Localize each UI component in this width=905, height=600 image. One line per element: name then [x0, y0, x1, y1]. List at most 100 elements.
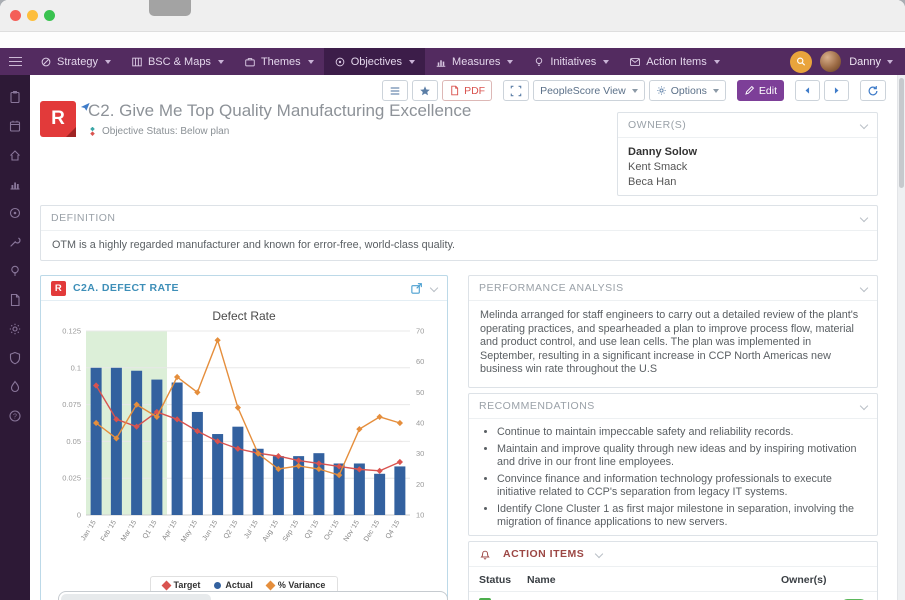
- menu-toggle-button[interactable]: [0, 48, 30, 75]
- sidebar-item-clipboard[interactable]: [0, 88, 30, 105]
- bar-chart-icon: [436, 59, 446, 67]
- collapse-chevron-icon[interactable]: [859, 213, 869, 223]
- scrollbar-thumb[interactable]: [899, 78, 904, 188]
- sidebar-item-security[interactable]: [0, 349, 30, 366]
- file-icon: [10, 293, 20, 306]
- recommendation-item: Convince finance and information technol…: [497, 473, 867, 500]
- svg-text:Sep '15: Sep '15: [282, 519, 300, 543]
- collapse-chevron-icon[interactable]: [429, 283, 439, 293]
- sidebar-item-home[interactable]: [0, 146, 30, 163]
- arrow-left-icon: [805, 87, 810, 94]
- legend-label: Target: [173, 580, 201, 590]
- nav-item-themes[interactable]: Themes: [234, 48, 324, 75]
- avatar[interactable]: [820, 51, 842, 72]
- window-close-button[interactable]: [10, 10, 21, 21]
- sidebar-item-documents[interactable]: [0, 291, 30, 308]
- pencil-icon: [745, 85, 755, 95]
- calendar-icon: [9, 120, 21, 132]
- star-button[interactable]: [412, 80, 439, 101]
- column-name: Name: [527, 574, 556, 586]
- pdf-button[interactable]: PDF: [442, 80, 493, 101]
- refresh-button[interactable]: [860, 80, 886, 101]
- user-menu[interactable]: Danny: [849, 56, 893, 68]
- sidebar-item-calendar[interactable]: [0, 117, 30, 134]
- svg-text:Apr '15: Apr '15: [161, 519, 179, 541]
- collapse-chevron-icon[interactable]: [859, 283, 869, 293]
- sidebar-item-charts[interactable]: [0, 175, 30, 192]
- action-items-header: ACTION ITEMS: [469, 542, 877, 567]
- columns-icon: [132, 57, 142, 66]
- frame-view-button[interactable]: [503, 80, 530, 101]
- list-view-button[interactable]: [382, 80, 409, 101]
- sidebar-item-hot[interactable]: [0, 378, 30, 395]
- collapse-chevron-icon[interactable]: [595, 549, 604, 559]
- chart-scrollbar[interactable]: [58, 591, 448, 600]
- svg-text:20: 20: [416, 480, 424, 489]
- refresh-icon: [868, 85, 878, 95]
- legend-item[interactable]: Actual: [214, 580, 253, 590]
- star-icon: [420, 85, 430, 95]
- chart-title: Defect Rate: [212, 309, 276, 323]
- nav-right: Danny: [790, 48, 905, 75]
- nav-item-initiatives[interactable]: Initiatives: [523, 48, 619, 75]
- nav-item-action-items[interactable]: Action Items: [619, 48, 730, 75]
- nav-item-label: Initiatives: [550, 55, 597, 68]
- prev-button[interactable]: [795, 80, 820, 101]
- status-diamond-icon: [90, 127, 95, 136]
- bell-icon: [480, 550, 490, 560]
- nav-item-label: BSC & Maps: [147, 55, 211, 68]
- svg-text:0.05: 0.05: [66, 437, 81, 446]
- legend-item[interactable]: % Variance: [265, 580, 325, 590]
- svg-text:10: 10: [416, 511, 424, 520]
- nav-item-objectives[interactable]: Objectives: [323, 48, 426, 75]
- sidebar-item-tools[interactable]: [0, 233, 30, 250]
- page-toolbar: PDF PeopleScore View Options Edit: [382, 80, 886, 101]
- legend-label: Actual: [225, 580, 253, 590]
- vertical-scrollbar[interactable]: [897, 75, 905, 600]
- collapse-chevron-icon[interactable]: [859, 401, 869, 411]
- nav-item-bsc-maps[interactable]: BSC & Maps: [121, 48, 234, 75]
- chart-scrollbar-thumb[interactable]: [61, 594, 211, 600]
- sidebar-item-help[interactable]: ?: [0, 407, 30, 424]
- svg-text:0.125: 0.125: [62, 327, 81, 336]
- action-items-header-label: ACTION ITEMS: [503, 548, 585, 560]
- options-dropdown[interactable]: Options: [648, 80, 726, 101]
- recommendations-card: RECOMMENDATIONS Continue to maintain imp…: [468, 393, 878, 536]
- page-title: C2. Give Me Top Quality Manufacturing Ex…: [88, 101, 472, 120]
- svg-text:Mar '15: Mar '15: [120, 519, 138, 542]
- svg-text:May '15: May '15: [180, 519, 199, 543]
- column-status: Status: [479, 574, 512, 586]
- target-icon: [335, 57, 345, 66]
- svg-text:Oct '15: Oct '15: [323, 519, 341, 541]
- edit-button[interactable]: Edit: [736, 80, 784, 101]
- measure-title[interactable]: C2A. DEFECT RATE: [73, 282, 179, 294]
- nav-item-measures[interactable]: Measures: [425, 48, 523, 75]
- nav-item-strategy[interactable]: Strategy: [30, 48, 121, 75]
- recommendations-list: Continue to maintain impeccable safety a…: [469, 426, 877, 535]
- sidebar-item-settings[interactable]: [0, 320, 30, 337]
- table-row: 1. Communicate new technology investment…: [469, 592, 877, 600]
- frame-icon: [510, 85, 522, 96]
- sidebar-item-compass[interactable]: [0, 204, 30, 221]
- collapse-chevron-icon[interactable]: [859, 120, 869, 130]
- svg-text:60: 60: [416, 357, 424, 366]
- window-zoom-button[interactable]: [44, 10, 55, 21]
- help-icon: ?: [9, 409, 21, 422]
- external-link-icon[interactable]: [410, 282, 423, 295]
- svg-text:Q1 '15: Q1 '15: [142, 519, 159, 540]
- nav-item-label: Strategy: [57, 55, 98, 68]
- objective-status: Objective Status: Below plan: [88, 126, 471, 137]
- legend-item[interactable]: Target: [161, 580, 201, 590]
- chevron-down-icon: [887, 59, 893, 64]
- svg-text:0.075: 0.075: [62, 400, 81, 409]
- sidebar-item-ideas[interactable]: [0, 262, 30, 279]
- next-button[interactable]: [824, 80, 849, 101]
- view-dropdown[interactable]: PeopleScore View: [533, 80, 645, 101]
- owner-name: Beca Han: [628, 176, 677, 188]
- search-button[interactable]: [790, 50, 813, 73]
- chevron-down-icon: [631, 88, 638, 93]
- column-owner: Owner(s): [781, 574, 827, 586]
- browser-tab[interactable]: [149, 0, 191, 16]
- window-minimize-button[interactable]: [27, 10, 38, 21]
- top-navigation: Strategy BSC & Maps Themes Objectives Me…: [0, 48, 905, 75]
